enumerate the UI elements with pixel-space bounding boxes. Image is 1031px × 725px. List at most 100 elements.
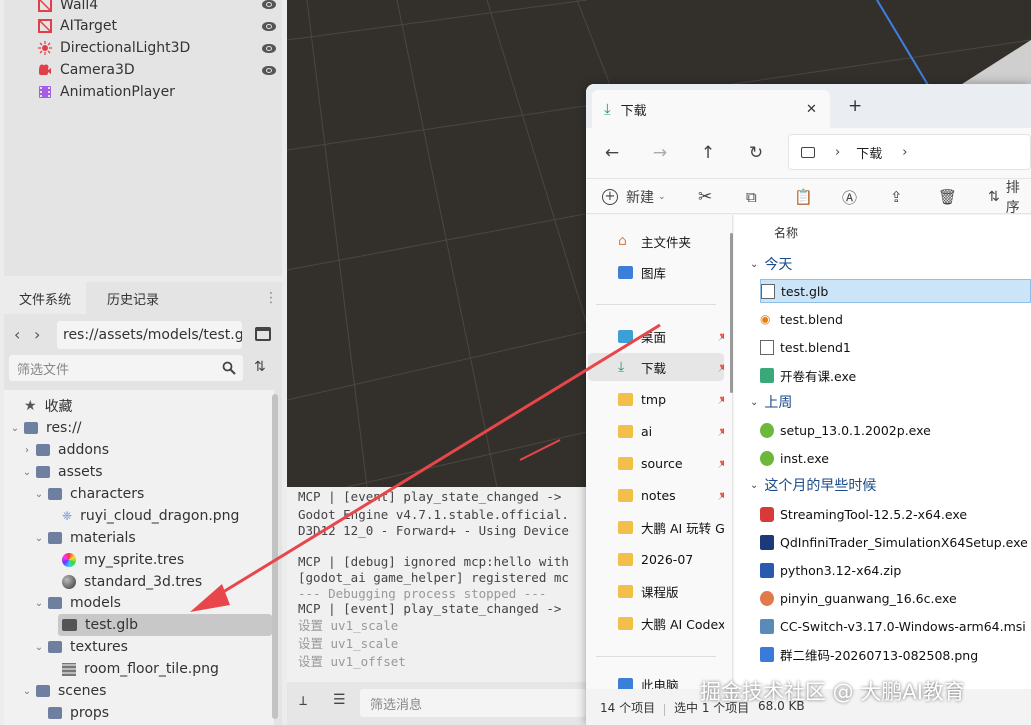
tree-item-scenes[interactable]: ⌄ scenes [22,680,107,702]
tree-item-label: 收藏 [44,399,73,415]
tree-item-res[interactable]: ⌄ res:// [10,417,82,439]
file-row[interactable]: QdInfiniTrader_SimulationX64Setup.exe [760,530,1031,554]
tree-scrollbar[interactable] [272,394,278,719]
tree-item-label: res:// [46,420,82,436]
tree-item-textures[interactable]: ⌄ textures [34,636,128,658]
nav-item-folder[interactable]: 大鹏 AI 玩转 Go [588,513,724,541]
tree-item-materials[interactable]: ⌄ materials [34,527,136,549]
file-row[interactable]: inst.exe [760,446,1031,470]
scene-node-camera3d[interactable]: Camera3D [38,59,135,81]
nav-item-folder[interactable]: 2026-07 [588,545,724,573]
wrap-lines-icon[interactable]: ☰ [333,692,346,708]
scene-icon [62,619,77,631]
delete-icon[interactable]: 🗑 [938,185,957,209]
tree-item-addons[interactable]: › addons [22,439,109,461]
tree-item-label: ruyi_cloud_dragon.png [80,508,240,524]
nav-item-downloads[interactable]: ⤓ 下载 📌 [588,353,724,381]
copy-icon[interactable]: ⧉ [746,185,757,209]
file-row[interactable]: CC-Switch-v3.17.0-Windows-arm64.msi [760,614,1031,638]
nav-item-gallery[interactable]: 图库 [588,258,724,286]
forward-arrow-icon[interactable]: → [648,141,672,165]
scene-node-directionallight3d[interactable]: DirectionalLight3D [38,37,190,59]
new-button[interactable]: + 新建 ⌄ [602,185,666,209]
scene-node-animationplayer[interactable]: AnimationPlayer [38,81,175,103]
tree-item-favorites[interactable]: ★ 收藏 [24,395,73,417]
close-tab-icon[interactable]: ✕ [806,102,817,117]
sort-icon: ⇅ [988,189,1000,205]
file-row[interactable]: python3.12-x64.zip [760,558,1031,582]
file-row[interactable]: 开卷有课.exe [760,363,1031,387]
file-row-selected[interactable]: test.glb [760,279,1031,303]
nav-scrollbar[interactable] [730,233,733,393]
tree-item-test-glb-selected[interactable]: test.glb [58,614,272,636]
nav-item-home[interactable]: ⌂ 主文件夹 [588,227,724,255]
new-tab-button[interactable]: + [848,96,862,116]
more-options-icon[interactable]: ⋮ [264,290,278,306]
split-view-icon[interactable] [255,327,271,341]
file-tree: ★ 收藏 ⌄ res:// › addons ⌄ assets ⌄ characters … [4,390,274,725]
folder-icon [48,488,62,500]
file-row[interactable]: 群二维码-20260713-082508.png [760,642,1031,666]
filter-placeholder: 筛选文件 [17,362,70,378]
rename-icon[interactable]: Ⓐ [842,185,857,209]
file-row[interactable]: pinyin_guanwang_16.6c.exe [760,586,1031,610]
cut-icon[interactable]: ✂ [698,185,712,209]
nav-item-folder[interactable]: 大鹏 AI Codex [588,609,724,637]
group-last-week[interactable]: ⌄ 上周 [750,391,792,413]
clear-output-icon[interactable]: ⊥ [299,693,307,709]
forward-arrow-icon[interactable]: › [34,325,40,344]
paste-icon[interactable]: 📋 [794,185,813,209]
tree-item-file[interactable]: standard_3d.tres [62,571,202,593]
tree-item-characters[interactable]: ⌄ characters [34,483,145,505]
address-bar[interactable]: › 下载 › [788,134,1031,170]
folder-icon [36,685,50,697]
scene-node-aitarget[interactable]: AITarget [38,15,117,37]
nav-item-folder[interactable]: ai 📌 [588,417,724,445]
visibility-eye-icon[interactable] [262,22,276,31]
nav-item-folder[interactable]: source 📌 [588,449,724,477]
file-row[interactable]: StreamingTool-12.5.2-x64.exe [760,502,1031,526]
nav-label: tmp [641,391,667,407]
file-list: 名称 ⌄ 今天 test.glb ◉ test.blend test.blend1 … [734,215,1031,689]
pin-icon: 📌 [717,393,724,405]
visibility-eye-icon[interactable] [262,0,276,9]
nav-item-desktop[interactable]: 桌面 📌 [588,322,724,350]
refresh-icon[interactable]: ↻ [744,141,768,165]
scene-node-wall4[interactable]: Wall4 [38,0,98,16]
installer-icon [760,422,774,438]
tree-item-file[interactable]: ❈ ruyi_cloud_dragon.png [62,505,239,527]
tree-item-file[interactable]: my_sprite.tres [62,549,184,571]
pin-icon: 📌 [717,489,724,501]
file-row[interactable]: test.blend1 [760,335,1031,359]
scene-tree-panel: Wall4 AITarget DirectionalLight3D Camera… [4,0,282,276]
column-header-name[interactable]: 名称 [774,224,798,241]
tree-item-label: characters [70,486,145,502]
tree-item-label: test.glb [85,617,138,633]
group-earlier-this-month[interactable]: ⌄ 这个月的早些时候 [750,474,876,496]
tab-downloads[interactable]: ⤓ 下载 ✕ [592,90,830,128]
filter-messages-input[interactable]: 筛选消息 [360,689,587,717]
nav-item-folder[interactable]: tmp 📌 [588,385,724,413]
group-today[interactable]: ⌄ 今天 [750,253,792,275]
filter-files-input[interactable]: 筛选文件 [9,355,243,381]
tree-item-assets[interactable]: ⌄ assets [22,461,103,483]
file-row[interactable]: setup_13.0.1.2002p.exe [760,418,1031,442]
file-row[interactable]: ◉ test.blend [760,307,1031,331]
nav-item-folder[interactable]: notes 📌 [588,481,724,509]
up-arrow-icon[interactable]: ↑ [696,141,720,165]
visibility-eye-icon[interactable] [262,66,276,75]
back-arrow-icon[interactable]: ← [600,141,624,165]
share-icon[interactable]: ⇪ [890,185,903,209]
tree-item-props[interactable]: props [48,702,109,724]
sort-icon[interactable]: ⇅ [254,359,266,375]
tab-filesystem[interactable]: 文件系统 [4,282,87,314]
chevron-down-icon: ⌄ [658,192,666,202]
visibility-eye-icon[interactable] [262,44,276,53]
path-field[interactable]: res://assets/models/test.g [57,321,242,349]
back-arrow-icon[interactable]: ‹ [14,325,20,344]
nav-item-folder[interactable]: 课程版 [588,577,724,605]
tree-item-file[interactable]: room_floor_tile.png [62,658,219,680]
tree-item-models[interactable]: ⌄ models [34,592,121,614]
tab-history[interactable]: 历史记录 [92,282,174,314]
sort-button[interactable]: ⇅ 排序 [988,180,1031,216]
